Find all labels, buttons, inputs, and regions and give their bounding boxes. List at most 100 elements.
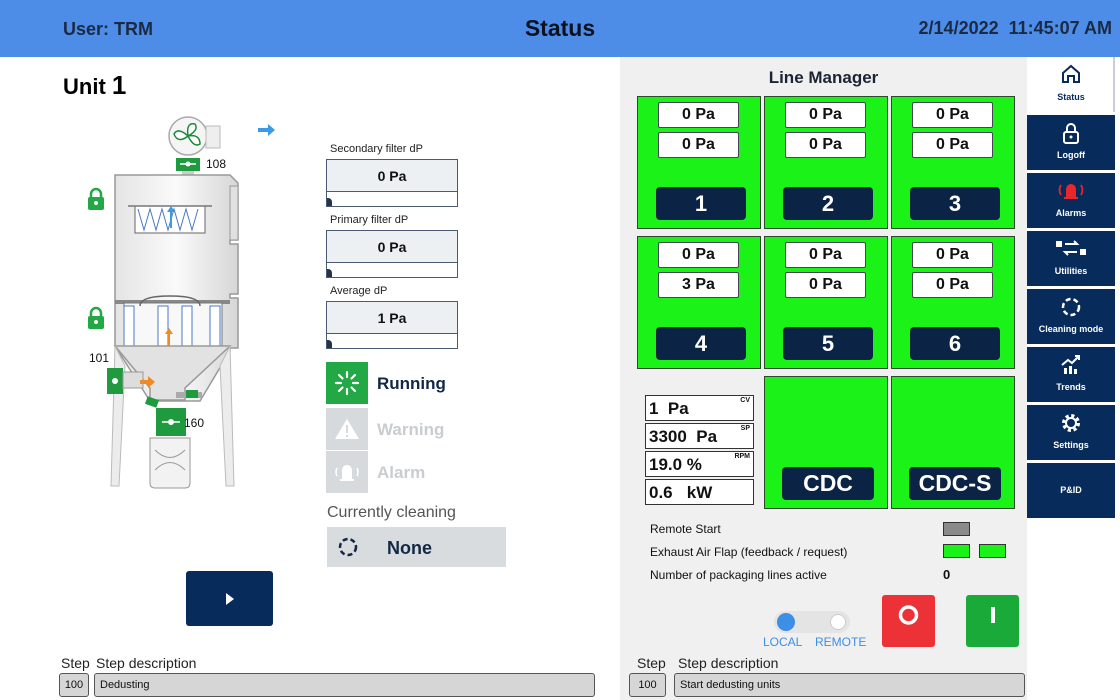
running-indicator: Running [326, 362, 546, 404]
home-icon [1027, 63, 1115, 87]
alarm-label: Alarm [377, 463, 426, 482]
unit-cell-bottom-dp: 0 Pa [658, 132, 739, 158]
nav-settings[interactable]: Settings [1027, 405, 1115, 460]
remote-start-indicator [943, 522, 970, 536]
unit-select-button[interactable]: 3 [910, 187, 1000, 220]
unit-cell-1: 0 Pa 0 Pa 1 [637, 96, 761, 229]
power-value: 0.6 kW [649, 483, 713, 502]
power-meter: 0.6 kW [645, 479, 754, 505]
step-description-field: Dedusting [94, 673, 595, 697]
unit-cell-bottom-dp: 3 Pa [658, 272, 739, 298]
primary-filter-dp-value: 0 Pa [327, 231, 457, 263]
unit-select-button[interactable]: 6 [910, 327, 1000, 360]
unit-cell-3: 0 Pa 0 Pa 3 [891, 96, 1015, 229]
unit-cell-top-dp: 0 Pa [912, 242, 993, 268]
play-arrow-icon [225, 592, 234, 605]
nav-label: Cleaning mode [1038, 324, 1104, 334]
unit-select-button[interactable]: 4 [656, 327, 746, 360]
cdc-s-cell: CDC-S [891, 376, 1015, 509]
warning-triangle-icon [326, 408, 368, 450]
header-bar: User: TRM Status 2/14/2022 11:45:07 AM [0, 0, 1120, 57]
unit-title: Unit 1 [63, 70, 126, 101]
unit-cell-top-dp: 0 Pa [912, 102, 993, 128]
outlet-valve-id-label: 160 [184, 416, 205, 430]
step-number-field: 100 [629, 673, 666, 697]
cdc-s-button[interactable]: CDC-S [909, 467, 1001, 500]
toggle-local-label: LOCAL [763, 635, 803, 649]
trends-icon [1027, 353, 1115, 377]
average-dp-value: 1 Pa [327, 302, 457, 334]
unit-cell-bottom-dp: 0 Pa [912, 272, 993, 298]
nav-cleaning-mode[interactable]: Cleaning mode [1027, 289, 1115, 344]
gear-icon [1027, 411, 1115, 435]
alarm-indicator: Alarm [326, 451, 546, 493]
remote-start-label: Remote Start [650, 522, 721, 536]
secondary-filter-dp-box: 0 Pa [326, 159, 458, 207]
step-description-field: Start dedusting units [674, 673, 1025, 697]
currently-cleaning-value: None [387, 538, 432, 558]
toggle-remote-label: REMOTE [815, 635, 867, 649]
sp-unit: SP [740, 425, 750, 432]
unit-select-button[interactable]: 5 [783, 327, 873, 360]
exhaust-flap-feedback-indicator [943, 544, 970, 558]
bar-marker [327, 198, 332, 206]
unit-cell-top-dp: 0 Pa [658, 242, 739, 268]
cv-value: 1 Pa [649, 399, 689, 418]
unit-cell-4: 0 Pa 3 Pa 4 [637, 236, 761, 369]
unit-cell-2: 0 Pa 0 Pa 2 [764, 96, 888, 229]
nav-label: Utilities [1054, 266, 1088, 276]
nav-trends[interactable]: Trends [1027, 347, 1115, 402]
bar-marker [327, 340, 332, 348]
packaging-lines-count: 0 [943, 567, 951, 582]
unit-select-button[interactable]: 2 [783, 187, 873, 220]
start-button[interactable] [966, 595, 1019, 647]
start-line-icon [991, 607, 995, 623]
rpm-value: 19.0 % [649, 455, 702, 474]
nav-label: Status [1057, 92, 1085, 102]
cdc-button[interactable]: CDC [782, 467, 874, 500]
unit-cell-top-dp: 0 Pa [658, 102, 739, 128]
local-remote-toggle[interactable] [774, 611, 850, 633]
toggle-knob-off [830, 614, 846, 630]
fan-id-label: 108 [206, 157, 227, 171]
nav-logoff[interactable]: Logoff [1027, 115, 1115, 170]
play-button[interactable] [186, 571, 273, 626]
average-dp-box: 1 Pa [326, 301, 458, 349]
step-header: Step [61, 655, 90, 671]
unit-cell-6: 0 Pa 0 Pa 6 [891, 236, 1015, 369]
unit-cell-bottom-dp: 0 Pa [785, 132, 866, 158]
bar-marker [327, 269, 332, 277]
packaging-lines-label: Number of packaging lines active [650, 568, 827, 582]
nav-status[interactable]: Status [1027, 57, 1115, 112]
fan-icon [168, 116, 221, 156]
nav-pid[interactable]: P&ID [1027, 463, 1115, 518]
secondary-filter-label: Secondary filter dP [330, 143, 423, 155]
unit-title-text: Unit [63, 74, 106, 99]
unit-cell-5: 0 Pa 0 Pa 5 [764, 236, 888, 369]
nav-label: Settings [1053, 440, 1089, 450]
utilities-icon [1027, 237, 1115, 261]
lock-icon [88, 306, 104, 329]
average-dp-label: Average dP [330, 285, 388, 297]
dust-collector-diagram [107, 116, 275, 489]
cleaning-icon [1027, 295, 1115, 319]
alarm-bell-icon [1027, 179, 1115, 203]
currently-cleaning-box: None [327, 527, 506, 567]
warning-indicator: Warning [326, 408, 546, 450]
stop-circle-icon [898, 605, 919, 625]
inlet-valve-id-label: 101 [89, 351, 110, 365]
sp-meter: 3300 Pa SP [645, 423, 754, 449]
stop-button[interactable] [882, 595, 935, 647]
nav-alarms[interactable]: Alarms [1027, 173, 1115, 228]
step-description-header: Step description [678, 655, 779, 671]
exhaust-flap-request-indicator [979, 544, 1006, 558]
rpm-meter: 19.0 % RPM [645, 451, 754, 477]
unit-select-button[interactable]: 1 [656, 187, 746, 220]
unit-cell-top-dp: 0 Pa [785, 102, 866, 128]
sp-value: 3300 Pa [649, 427, 718, 446]
unit-number: 1 [111, 70, 127, 100]
step-header: Step [637, 655, 666, 671]
nav-utilities[interactable]: Utilities [1027, 231, 1115, 286]
cv-meter: 1 Pa CV [645, 395, 754, 421]
exhaust-flap-label: Exhaust Air Flap (feedback / request) [650, 545, 848, 559]
